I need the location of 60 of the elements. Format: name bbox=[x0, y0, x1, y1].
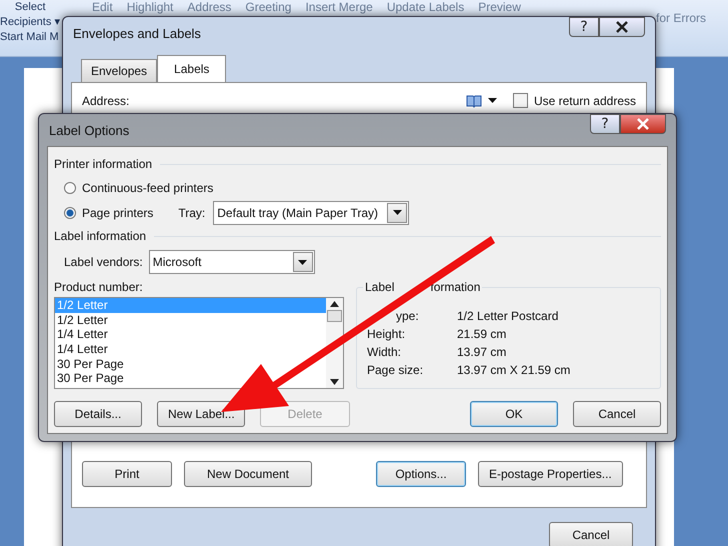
field-label: Product number: bbox=[54, 280, 144, 294]
close-icon bbox=[635, 116, 651, 132]
tab[interactable]: Labels bbox=[157, 55, 226, 82]
radio-label: Page printers bbox=[82, 206, 154, 220]
list-item[interactable]: 1/4 Letter bbox=[55, 327, 326, 342]
checkbox[interactable] bbox=[512, 93, 528, 108]
dialog-button[interactable]: Options... bbox=[376, 461, 466, 487]
section-heading: Label information bbox=[54, 229, 146, 243]
dropdown-arrow-icon bbox=[298, 260, 308, 264]
ribbon-label[interactable]: Select bbox=[14, 0, 46, 14]
address-book-icon bbox=[466, 94, 482, 108]
group-heading: formation bbox=[430, 280, 480, 294]
detail-label: Height: bbox=[367, 327, 406, 342]
cancel-button[interactable]: Cancel bbox=[549, 522, 633, 546]
dropdown[interactable]: Microsoft bbox=[148, 250, 315, 274]
help-button[interactable]: ? bbox=[590, 114, 620, 134]
ribbon-label[interactable]: Start Mail M bbox=[0, 30, 59, 44]
detail-label: Width: bbox=[367, 345, 402, 360]
list-item[interactable]: 1/2 Letter bbox=[55, 312, 326, 328]
window-title: Label Options bbox=[49, 122, 130, 138]
scroll-down-icon bbox=[330, 379, 339, 385]
dialog-button[interactable]: New Document bbox=[184, 461, 312, 487]
dialog-button[interactable]: Details... bbox=[54, 401, 142, 427]
detail-value: 13.97 cm bbox=[457, 345, 508, 360]
help-button[interactable]: ? bbox=[569, 17, 599, 37]
close-button[interactable] bbox=[620, 114, 666, 134]
detail-label: ype: bbox=[395, 309, 420, 324]
dialog-button[interactable]: E-postage Properties... bbox=[478, 461, 623, 487]
checkbox-label: Use return address bbox=[534, 94, 636, 108]
dialog-button[interactable]: Cancel bbox=[573, 401, 661, 427]
ribbon-label[interactable]: Recipients ▾ bbox=[0, 15, 60, 29]
detail-value: 1/2 Letter Postcard bbox=[457, 309, 560, 324]
dialog-button[interactable]: Print bbox=[82, 461, 172, 487]
dialog-button: Delete bbox=[260, 401, 350, 427]
scrollbar[interactable] bbox=[326, 298, 343, 388]
detail-value: 13.97 cm X 21.59 cm bbox=[457, 363, 572, 378]
dropdown-arrow-icon bbox=[392, 210, 402, 215]
dropdown-arrow-icon bbox=[488, 98, 497, 103]
field-label: Label vendors: bbox=[64, 255, 143, 269]
dialog-button[interactable]: New Label... bbox=[157, 401, 245, 427]
window-title: Envelopes and Labels bbox=[73, 26, 202, 40]
scroll-thumb[interactable] bbox=[327, 310, 342, 322]
close-button[interactable] bbox=[599, 17, 645, 37]
radio-button[interactable] bbox=[64, 182, 76, 194]
list-item[interactable]: 30 Per Page bbox=[55, 371, 326, 386]
radio-button[interactable] bbox=[64, 206, 76, 218]
detail-label: Page size: bbox=[367, 363, 424, 378]
dropdown[interactable]: Default tray (Main Paper Tray) bbox=[213, 200, 410, 224]
close-icon bbox=[614, 19, 630, 35]
scroll-up-icon bbox=[330, 301, 339, 307]
section-heading: Printer information bbox=[54, 157, 152, 171]
field-label: Tray: bbox=[178, 206, 206, 220]
group-heading: Label bbox=[365, 280, 394, 294]
list-item[interactable]: 30 Per Page bbox=[55, 356, 326, 372]
field-label: Address: bbox=[82, 94, 130, 108]
dialog-button[interactable]: OK bbox=[470, 401, 558, 427]
list-item[interactable]: 1/4 Letter bbox=[55, 342, 326, 357]
detail-value: 21.59 cm bbox=[457, 327, 508, 342]
tab[interactable]: Envelopes bbox=[81, 59, 158, 82]
radio-label: Continuous-feed printers bbox=[82, 180, 214, 194]
